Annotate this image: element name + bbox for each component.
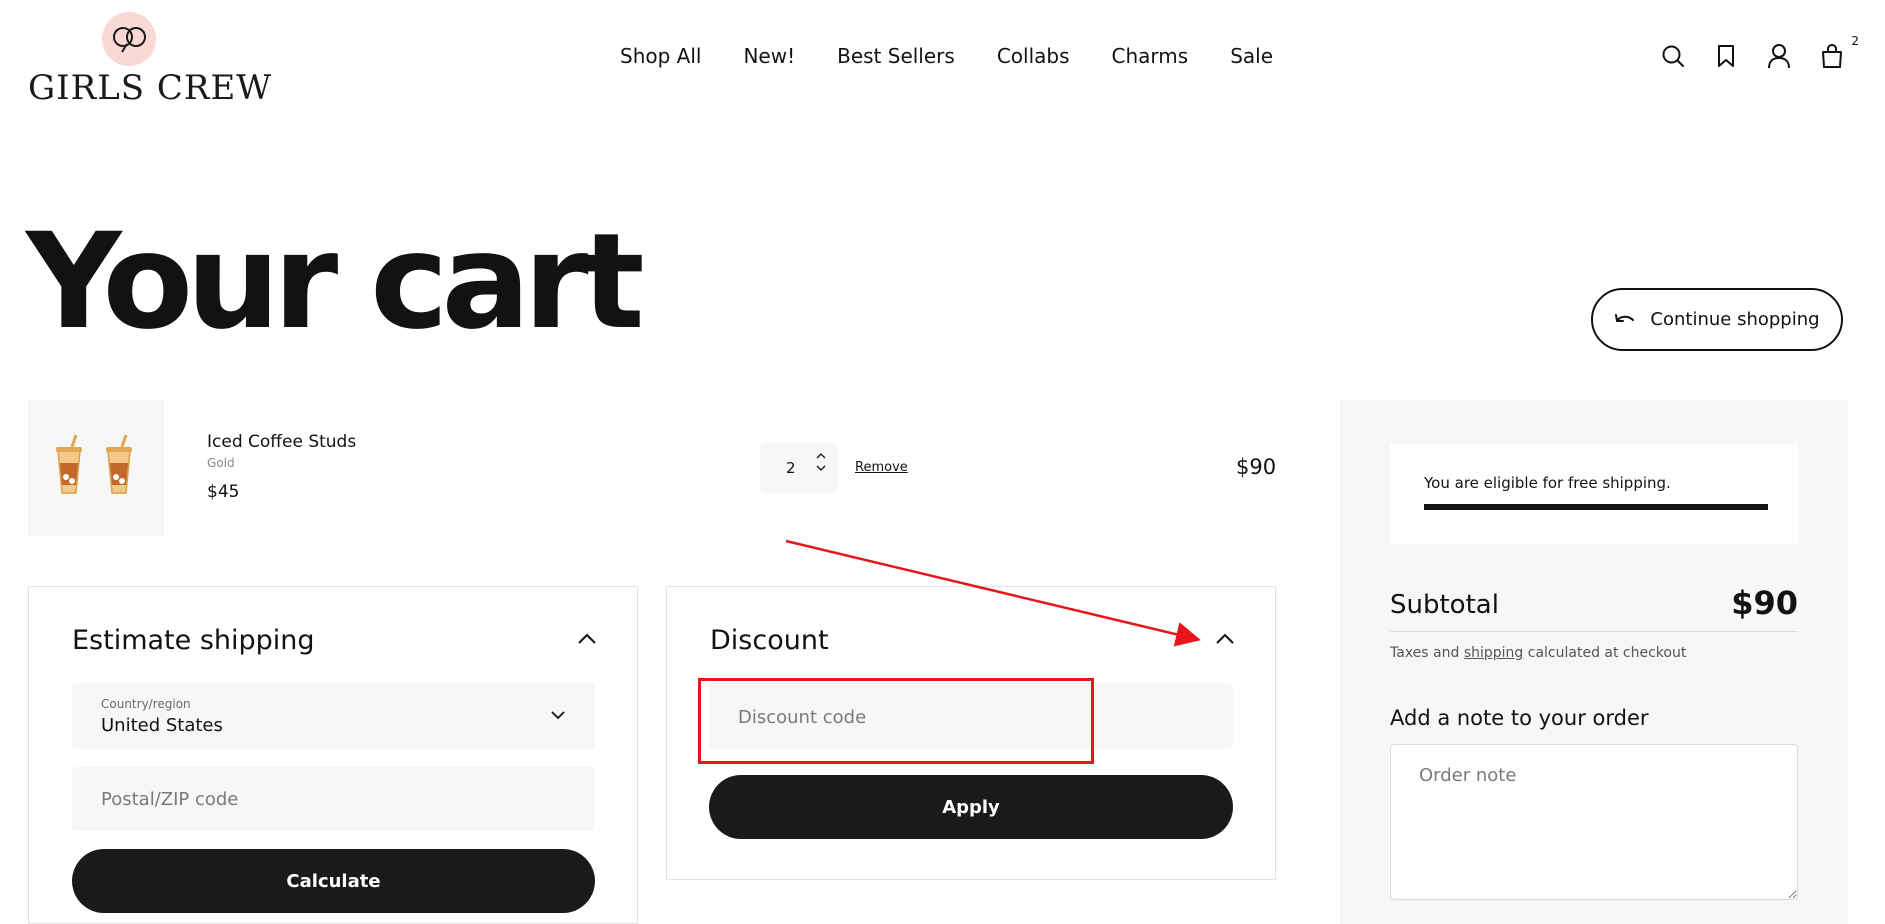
quantity-arrows xyxy=(816,452,826,472)
tax-note-after: calculated at checkout xyxy=(1523,645,1687,661)
line-total: $90 xyxy=(1236,455,1277,479)
header-icons: 2 xyxy=(1659,34,1859,69)
order-note-title: Add a note to your order xyxy=(1390,706,1649,730)
chevron-down-icon[interactable] xyxy=(816,465,826,472)
country-select[interactable]: Country/region United States xyxy=(72,683,595,749)
bag-icon[interactable]: 2 xyxy=(1818,34,1859,69)
free-shipping-progress-bar xyxy=(1424,504,1768,510)
subtotal-label: Subtotal xyxy=(1390,590,1499,620)
estimate-shipping-title[interactable]: Estimate shipping xyxy=(72,625,315,656)
order-note-textarea[interactable] xyxy=(1390,744,1798,900)
bookmark-icon[interactable] xyxy=(1712,42,1739,69)
country-label: Country/region xyxy=(101,697,191,711)
product-price: $45 xyxy=(207,482,240,502)
site-header: GIRLS CREW Shop All New! Best Sellers Co… xyxy=(0,0,1885,114)
estimate-shipping-panel: Estimate shipping Country/region United … xyxy=(28,586,638,924)
nav-item-new[interactable]: New! xyxy=(743,44,795,68)
zip-field[interactable] xyxy=(72,767,595,831)
calculate-button[interactable]: Calculate xyxy=(72,849,595,913)
product-image[interactable] xyxy=(28,400,164,536)
undo-arrow-icon xyxy=(1615,313,1635,322)
country-value: United States xyxy=(101,715,223,736)
product-name[interactable]: Iced Coffee Studs xyxy=(207,432,356,452)
nav-item-shop-all[interactable]: Shop All xyxy=(620,44,701,68)
discount-code-field[interactable] xyxy=(709,683,1233,749)
zip-input[interactable] xyxy=(101,785,561,813)
apply-button[interactable]: Apply xyxy=(709,775,1233,839)
product-variant: Gold xyxy=(207,456,235,470)
cart-count-badge: 2 xyxy=(1851,34,1859,48)
iced-coffee-studs-image xyxy=(56,434,132,494)
continue-shopping-button[interactable]: Continue shopping xyxy=(1591,288,1843,351)
nav-item-best-sellers[interactable]: Best Sellers xyxy=(837,44,955,68)
brand-logo[interactable]: GIRLS CREW xyxy=(28,12,271,108)
chevron-up-icon[interactable] xyxy=(577,633,597,645)
main-nav: Shop All New! Best Sellers Collabs Charm… xyxy=(620,44,1315,68)
shipping-policy-link[interactable]: shipping xyxy=(1464,645,1523,661)
chevron-down-icon xyxy=(551,711,565,720)
summary-divider xyxy=(1390,631,1798,632)
nav-item-charms[interactable]: Charms xyxy=(1112,44,1189,68)
user-icon[interactable] xyxy=(1765,42,1792,69)
tax-note-before: Taxes and xyxy=(1390,645,1464,661)
page-title: Your cart xyxy=(26,205,645,359)
free-shipping-text: You are eligible for free shipping. xyxy=(1424,474,1671,492)
chevron-up-icon[interactable] xyxy=(1215,633,1235,645)
subtotal-value: $90 xyxy=(1731,584,1798,622)
brand-name: GIRLS CREW xyxy=(28,68,273,108)
discount-title[interactable]: Discount xyxy=(710,625,829,656)
discount-code-input[interactable] xyxy=(738,703,1198,731)
nav-item-sale[interactable]: Sale xyxy=(1230,44,1273,68)
rings-icon xyxy=(113,27,146,53)
nav-item-collabs[interactable]: Collabs xyxy=(997,44,1070,68)
tax-note: Taxes and shipping calculated at checkou… xyxy=(1390,645,1686,661)
continue-shopping-label: Continue shopping xyxy=(1650,309,1820,330)
quantity-stepper[interactable]: 2 xyxy=(760,443,838,493)
discount-panel: Discount Apply xyxy=(666,586,1276,880)
order-summary: You are eligible for free shipping. Subt… xyxy=(1340,400,1848,924)
quantity-value[interactable]: 2 xyxy=(786,459,796,477)
chevron-up-icon[interactable] xyxy=(816,452,826,459)
free-shipping-box: You are eligible for free shipping. xyxy=(1390,444,1798,544)
remove-item-link[interactable]: Remove xyxy=(855,460,908,475)
search-icon[interactable] xyxy=(1659,42,1686,69)
